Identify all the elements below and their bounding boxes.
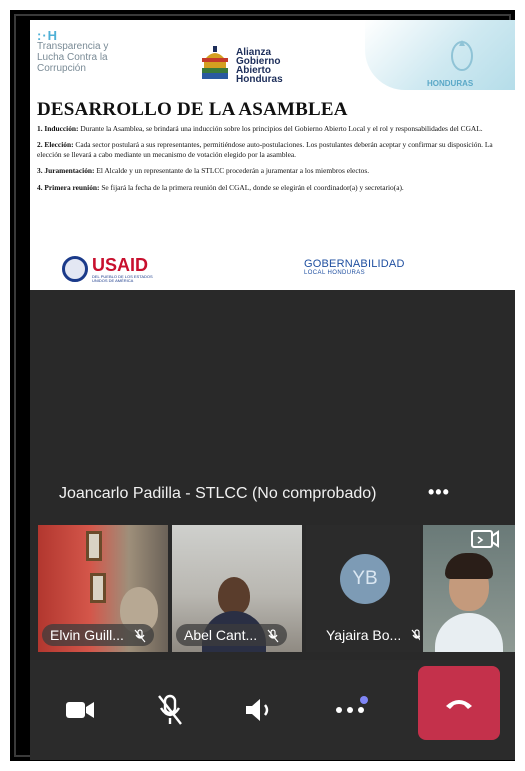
point-text: El Alcalde y un representante de la STLC… bbox=[94, 166, 370, 176]
mic-off-icon bbox=[134, 629, 146, 643]
usaid-logo: USAID DEL PUEBLO DE LOS ESTADOS UNIDOS D… bbox=[62, 254, 182, 284]
speaker-icon bbox=[246, 699, 269, 721]
participant-tile[interactable]: Elvin Guill... bbox=[38, 525, 168, 652]
logo-alianza-gobierno-abierto: Alianza Gobierno Abierto Honduras bbox=[200, 32, 290, 90]
honduras-text: HONDURAS bbox=[427, 79, 474, 88]
shared-slide: :·H Transparencia y Lucha Contra la Corr… bbox=[30, 20, 515, 290]
slide-point: 4. Primera reunión: Se fijará la fecha d… bbox=[37, 183, 502, 192]
participant-name: Abel Cant... bbox=[184, 627, 258, 643]
camera-icon bbox=[66, 702, 94, 718]
logo-transparencia: :·H Transparencia y Lucha Contra la Corr… bbox=[37, 28, 147, 80]
logo-line: Lucha Contra la bbox=[37, 52, 108, 63]
point-text: Se fijará la fecha de la primera reunión… bbox=[99, 182, 404, 192]
avatar: YB bbox=[340, 554, 390, 604]
participant-tile[interactable]: YB Yajaira Bo... bbox=[306, 525, 420, 652]
usaid-word: USAID bbox=[92, 255, 149, 275]
usaid-seal-icon bbox=[62, 256, 88, 282]
more-icon bbox=[336, 707, 364, 713]
speaker-button[interactable] bbox=[232, 682, 288, 738]
point-text: Durante la Asamblea, se brindará una ind… bbox=[78, 124, 483, 133]
participant-shoulders bbox=[435, 613, 503, 652]
point-text: Cada sector postulará a sus representant… bbox=[37, 140, 493, 159]
slide-point: 3. Juramentación: El Alcalde y un repres… bbox=[37, 166, 502, 175]
presenter-more-button[interactable]: ••• bbox=[428, 482, 450, 503]
participant-video bbox=[218, 577, 250, 615]
slide-title: DESARROLLO DE LA ASAMBLEA bbox=[37, 99, 348, 120]
wall-picture bbox=[90, 573, 106, 603]
participant-tile[interactable]: Abel Cant... bbox=[172, 525, 302, 652]
call-toolbar bbox=[30, 660, 515, 760]
slide-point: 1. Inducción: Durante la Asamblea, se br… bbox=[37, 124, 502, 133]
logo-text-line: Honduras bbox=[236, 74, 283, 85]
mute-button[interactable] bbox=[142, 682, 198, 738]
mic-off-icon bbox=[411, 629, 420, 641]
switch-camera-icon[interactable] bbox=[470, 527, 500, 553]
slide-point: 2. Elección: Cada sector postulará a sus… bbox=[37, 140, 502, 159]
notification-badge bbox=[360, 696, 368, 704]
gobernabilidad-logo: GOBERNABILIDAD LOCAL HONDURAS bbox=[304, 258, 405, 276]
building-icon bbox=[202, 46, 228, 79]
honduras-emblem-icon bbox=[451, 40, 473, 71]
hang-up-icon bbox=[446, 700, 472, 709]
participant-name-pill: Elvin Guill... bbox=[42, 624, 154, 646]
meeting-screen: :·H Transparencia y Lucha Contra la Corr… bbox=[30, 20, 515, 760]
mic-off-icon bbox=[158, 694, 182, 725]
gob-line1: GOBERNABILIDAD bbox=[304, 258, 405, 270]
presenter-name: Joancarlo Padilla - STLCC (No comprobado… bbox=[59, 485, 377, 502]
logo-mark: :·H bbox=[37, 28, 59, 43]
point-label: 1. Inducción: bbox=[37, 124, 79, 133]
logo-line: Transparencia y bbox=[37, 41, 109, 52]
logo-tiny-line bbox=[37, 74, 147, 80]
point-label: 2. Elección: bbox=[37, 140, 74, 150]
more-options-button[interactable] bbox=[322, 682, 378, 738]
participant-name-pill: Yajaira Bo... bbox=[318, 624, 420, 646]
participant-name: Elvin Guill... bbox=[50, 627, 124, 643]
gob-line2: LOCAL HONDURAS bbox=[304, 270, 366, 276]
logo-alianza-text: Alianza Gobierno Abierto Honduras bbox=[236, 48, 283, 85]
usaid-subtitle: DEL PUEBLO DE LOS ESTADOS UNIDOS DE AMÉR… bbox=[92, 274, 153, 283]
mic-off-icon bbox=[267, 629, 279, 643]
participant-name-pill: Abel Cant... bbox=[176, 624, 288, 646]
camera-button[interactable] bbox=[52, 682, 108, 738]
logo-line: Corrupción bbox=[37, 63, 86, 74]
wall-picture bbox=[86, 531, 102, 561]
participant-hair bbox=[445, 553, 493, 579]
logo-honduras: HONDURAS bbox=[417, 34, 507, 88]
self-view-tile[interactable] bbox=[423, 525, 515, 652]
slide-points: 1. Inducción: Durante la Asamblea, se br… bbox=[37, 124, 502, 199]
point-label: 4. Primera reunión: bbox=[37, 182, 100, 192]
participant-name: Yajaira Bo... bbox=[326, 627, 402, 643]
hang-up-button[interactable] bbox=[418, 666, 500, 740]
point-label: 3. Juramentación: bbox=[37, 166, 95, 176]
